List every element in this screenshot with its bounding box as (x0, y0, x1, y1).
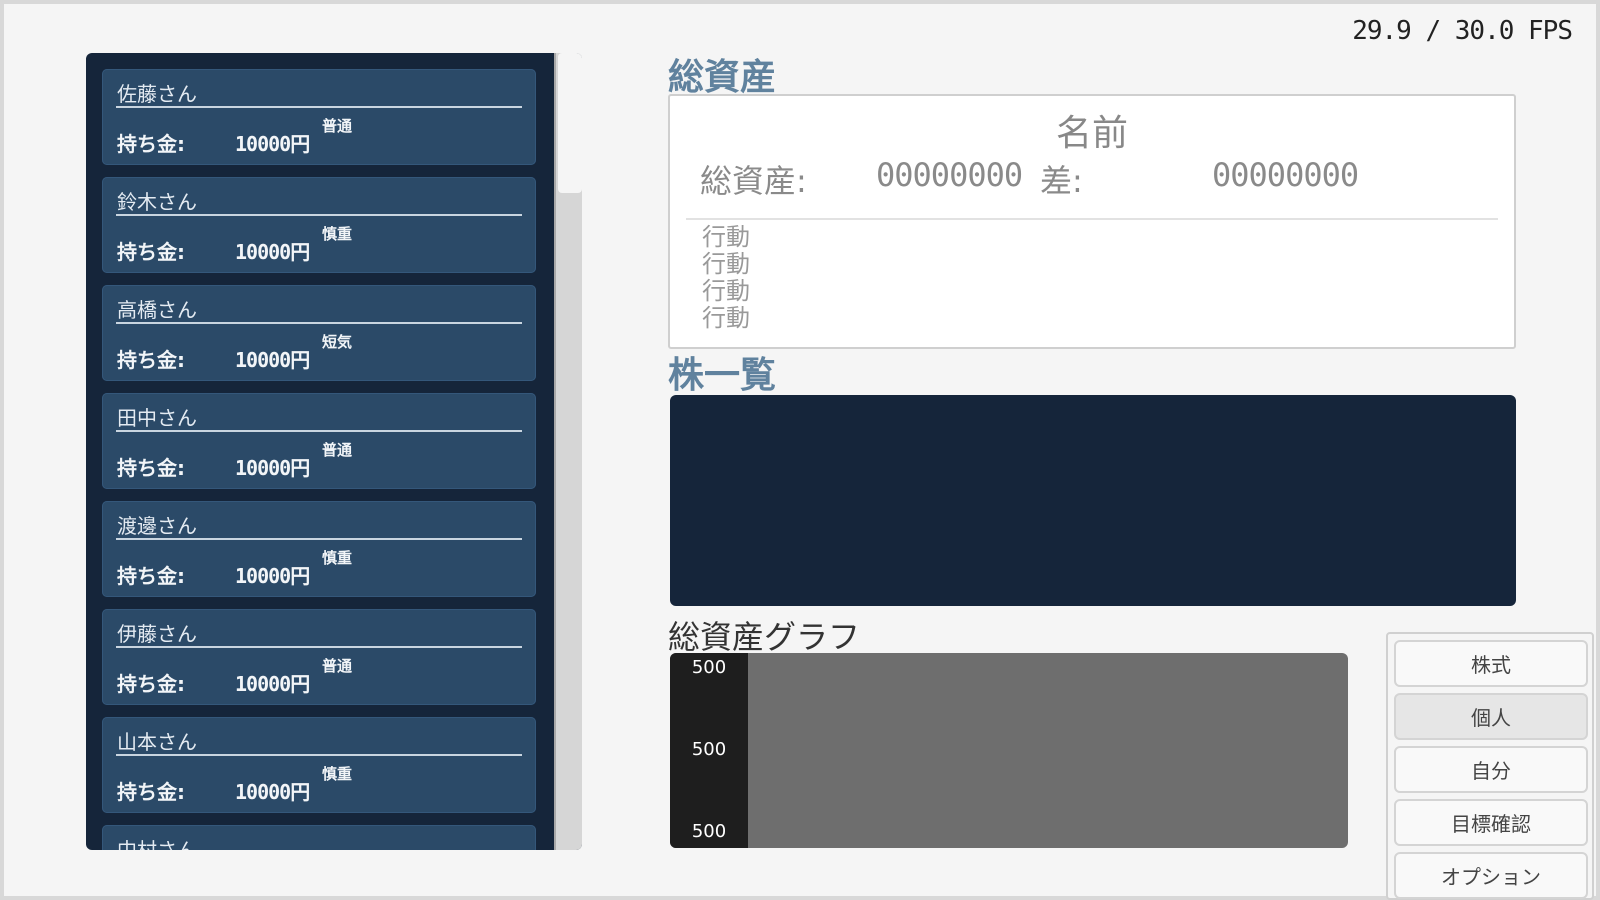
person-name: 鈴木さん (117, 190, 197, 214)
action-entry: 行動 (702, 223, 750, 251)
action-entry: 行動 (702, 250, 750, 278)
y-tick-label: 500 (691, 821, 727, 842)
goal-check-button[interactable]: 目標確認 (1394, 799, 1588, 846)
person-card[interactable]: 中村さん (102, 825, 536, 850)
scrollbar-thumb[interactable] (558, 53, 582, 193)
person-name: 高橋さん (117, 298, 197, 322)
self-button[interactable]: 自分 (1394, 746, 1588, 793)
person-card[interactable]: 鈴木さん 持ち金: 10000円 慎重 (102, 177, 536, 273)
person-name: 中村さん (117, 838, 197, 850)
money-value: 10000円 (235, 132, 310, 156)
person-name: 渡邊さん (117, 514, 197, 538)
money-label: 持ち金: (117, 456, 185, 480)
money-value: 10000円 (235, 456, 310, 480)
total-assets-label: 総資産: (700, 162, 807, 200)
money-label: 持ち金: (117, 348, 185, 372)
money-value: 10000円 (235, 672, 310, 696)
personality-badge: 普通 (322, 441, 353, 459)
assets-graph-heading: 総資産グラフ (668, 618, 861, 656)
player-name: 名前 (1055, 113, 1128, 154)
person-card[interactable]: 佐藤さん 持ち金: 10000円 普通 (102, 69, 536, 165)
personality-badge: 慎重 (322, 549, 353, 567)
graph-y-axis: 500 500 500 (670, 653, 748, 848)
stocks-button[interactable]: 株式 (1394, 640, 1588, 687)
total-assets-panel: 名前 総資産: 00000000 差: 00000000 行動 行動 行動 行動 (668, 94, 1516, 349)
y-tick-label: 500 (691, 657, 727, 678)
person-divider (116, 646, 522, 648)
individual-button[interactable]: 個人 (1394, 693, 1588, 740)
assets-divider (686, 218, 1498, 220)
assets-graph: 500 500 500 (670, 653, 1348, 848)
money-value: 10000円 (235, 780, 310, 804)
money-value: 10000円 (235, 348, 310, 372)
person-card[interactable]: 田中さん 持ち金: 10000円 普通 (102, 393, 536, 489)
person-divider (116, 106, 522, 108)
money-value: 10000円 (235, 564, 310, 588)
money-value: 10000円 (235, 240, 310, 264)
money-label: 持ち金: (117, 672, 185, 696)
personality-badge: 普通 (322, 117, 353, 135)
money-label: 持ち金: (117, 564, 185, 588)
diff-label: 差: (1040, 162, 1083, 200)
people-list-panel: 佐藤さん 持ち金: 10000円 普通 鈴木さん 持ち金: 10000円 慎重 … (86, 53, 582, 850)
people-list: 佐藤さん 持ち金: 10000円 普通 鈴木さん 持ち金: 10000円 慎重 … (102, 69, 536, 850)
stock-list-heading: 株一覧 (668, 355, 777, 396)
diff-value: 00000000 (1212, 156, 1359, 194)
person-name: 伊藤さん (117, 622, 197, 646)
person-card[interactable]: 伊藤さん 持ち金: 10000円 普通 (102, 609, 536, 705)
total-assets-heading: 総資産 (668, 57, 777, 98)
person-name: 佐藤さん (117, 82, 197, 106)
personality-badge: 慎重 (322, 765, 353, 783)
person-divider (116, 430, 522, 432)
person-card[interactable]: 山本さん 持ち金: 10000円 慎重 (102, 717, 536, 813)
total-assets-value: 00000000 (876, 156, 1023, 194)
person-divider (116, 754, 522, 756)
stock-list-panel (670, 395, 1516, 606)
action-log: 行動 行動 行動 行動 (702, 224, 750, 332)
action-entry: 行動 (702, 304, 750, 332)
person-card[interactable]: 渡邊さん 持ち金: 10000円 慎重 (102, 501, 536, 597)
money-label: 持ち金: (117, 132, 185, 156)
personality-badge: 普通 (322, 657, 353, 675)
person-divider (116, 214, 522, 216)
person-name: 田中さん (117, 406, 197, 430)
money-label: 持ち金: (117, 240, 185, 264)
personality-badge: 慎重 (322, 225, 353, 243)
person-name: 山本さん (117, 730, 197, 754)
money-label: 持ち金: (117, 780, 185, 804)
action-entry: 行動 (702, 277, 750, 305)
options-button[interactable]: オプション (1394, 852, 1588, 899)
person-divider (116, 322, 522, 324)
personality-badge: 短気 (322, 333, 353, 351)
y-tick-label: 500 (691, 739, 727, 760)
person-card[interactable]: 高橋さん 持ち金: 10000円 短気 (102, 285, 536, 381)
fps-counter: 29.9 / 30.0 FPS (1352, 16, 1573, 46)
people-scrollbar[interactable] (554, 53, 582, 850)
person-divider (116, 538, 522, 540)
main-menu: 株式 個人 自分 目標確認 オプション (1386, 632, 1594, 900)
